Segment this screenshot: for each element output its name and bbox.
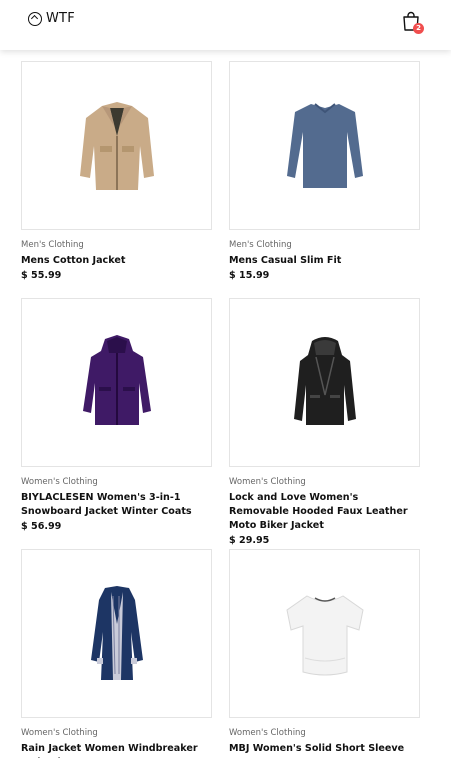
leather-biker-jacket-image bbox=[293, 336, 356, 425]
cart-count-badge: 2 bbox=[413, 23, 424, 34]
product-image[interactable] bbox=[229, 61, 420, 230]
product-image[interactable] bbox=[229, 549, 420, 718]
slim-fit-shirt-image bbox=[286, 102, 363, 188]
product-category: Women's Clothing bbox=[21, 728, 98, 738]
product-title[interactable]: MBJ Women's Solid Short Sleeve Boat bbox=[229, 742, 420, 758]
product-image[interactable] bbox=[21, 549, 212, 718]
product-card[interactable]: Women's Clothing Lock and Love Women's R… bbox=[229, 298, 420, 547]
snowboard-jacket-image bbox=[82, 334, 151, 425]
product-card[interactable]: Women's Clothing Rain Jacket Women Windb… bbox=[21, 549, 212, 758]
product-price: $ 55.99 bbox=[21, 270, 62, 281]
product-title[interactable]: Mens Cotton Jacket bbox=[21, 254, 212, 268]
rain-jacket-image bbox=[90, 585, 143, 680]
product-category: Women's Clothing bbox=[21, 477, 98, 487]
product-card[interactable]: Women's Clothing MBJ Women's Solid Short… bbox=[229, 549, 420, 758]
product-title[interactable]: BIYLACLESEN Women's 3-in-1 Snowboard Jac… bbox=[21, 491, 212, 519]
product-category: Men's Clothing bbox=[21, 240, 84, 250]
short-sleeve-top-image bbox=[285, 594, 364, 675]
product-card[interactable]: Men's Clothing Mens Casual Slim Fit $ 15… bbox=[229, 61, 420, 282]
brand-logo-link[interactable]: WTF bbox=[28, 11, 75, 26]
product-title[interactable]: Lock and Love Women's Removable Hooded F… bbox=[229, 491, 420, 533]
product-image[interactable] bbox=[21, 298, 212, 467]
chevron-up-circle-icon bbox=[28, 11, 42, 26]
product-card[interactable]: Men's Clothing Mens Cotton Jacket $ 55.9… bbox=[21, 61, 212, 282]
product-price: $ 29.95 bbox=[229, 535, 270, 546]
top-header: WTF 2 bbox=[0, 0, 451, 50]
cart-button[interactable]: 2 bbox=[401, 11, 425, 37]
brand-name: WTF bbox=[46, 11, 75, 26]
product-title[interactable]: Mens Casual Slim Fit bbox=[229, 254, 420, 268]
product-category: Men's Clothing bbox=[229, 240, 292, 250]
product-category: Women's Clothing bbox=[229, 477, 306, 487]
product-price: $ 56.99 bbox=[21, 521, 62, 532]
product-title[interactable]: Rain Jacket Women Windbreaker Striped bbox=[21, 742, 212, 758]
cotton-jacket-image bbox=[79, 101, 154, 190]
product-card[interactable]: Women's Clothing BIYLACLESEN Women's 3-i… bbox=[21, 298, 212, 533]
product-price: $ 15.99 bbox=[229, 270, 270, 281]
product-image[interactable] bbox=[21, 61, 212, 230]
product-image[interactable] bbox=[229, 298, 420, 467]
product-category: Women's Clothing bbox=[229, 728, 306, 738]
